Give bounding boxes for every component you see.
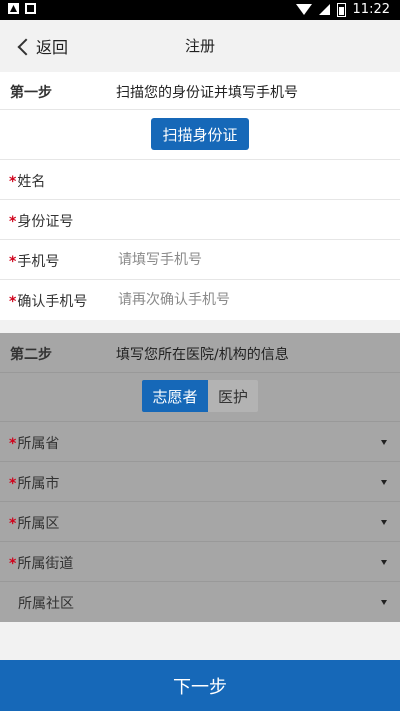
name-input[interactable] [118,171,378,189]
district-select[interactable]: *所属区 [0,502,400,542]
name-row: *姓名 [0,160,400,200]
dropdown-arrow-icon [381,520,387,525]
back-button[interactable]: 返回 [17,20,69,72]
phone-input[interactable] [118,251,378,269]
step-one-section: 第一步 扫描您的身份证并填写手机号 扫描身份证 *姓名 *身份证号 *手机号 *… [0,72,400,320]
name-label: *姓名 [9,171,45,191]
dropdown-arrow-icon [381,600,387,605]
id-number-label: *身份证号 [9,211,73,231]
step-one-description: 扫描您的身份证并填写手机号 [116,85,298,101]
phone-label-text: 手机号 [17,254,60,270]
street-select[interactable]: *所属街道 [0,542,400,582]
required-marker: * [9,214,17,230]
phone-row: *手机号 [0,240,400,280]
required-marker: * [9,556,17,572]
name-label-text: 姓名 [17,174,46,190]
step-two-header: 第二步 填写您所在医院/机构的信息 [0,333,400,373]
system-status: 11:22 [295,2,390,17]
step-two-description: 填写您所在医院/机构的信息 [116,347,289,363]
required-marker: * [9,436,17,452]
step-one-label: 第一步 [10,85,52,101]
step-two-section: 第二步 填写您所在医院/机构的信息 志愿者 医护 *所属省 *所属市 *所属区 … [0,333,400,660]
community-select[interactable]: 所属社区 [0,582,400,622]
role-medical-tab[interactable]: 医护 [208,380,258,412]
required-marker: * [9,254,17,270]
confirm-phone-label: *确认手机号 [9,291,87,311]
cellular-signal-icon [318,4,330,15]
confirm-phone-label-text: 确认手机号 [17,294,88,310]
wifi-icon [295,4,312,15]
nav-bar: 返回 注册 [0,20,400,72]
role-toggle: 志愿者 医护 [142,380,258,412]
role-toggle-row: 志愿者 医护 [0,373,400,422]
community-label: 所属社区 [17,593,74,613]
section-divider [0,320,400,333]
required-marker: * [9,294,17,310]
back-label: 返回 [36,38,69,57]
district-label-text: 所属区 [17,516,60,532]
city-label: *所属市 [9,473,59,493]
scan-row: 扫描身份证 [0,110,400,160]
confirm-phone-input[interactable] [118,291,378,309]
id-number-row: *身份证号 [0,200,400,240]
confirm-phone-row: *确认手机号 [0,280,400,320]
step-one-header: 第一步 扫描您的身份证并填写手机号 [0,72,400,110]
city-select[interactable]: *所属市 [0,462,400,502]
province-label-text: 所属省 [17,436,60,452]
id-number-label-text: 身份证号 [17,214,74,230]
role-volunteer-tab[interactable]: 志愿者 [142,380,208,412]
step-two-label: 第二步 [10,347,52,363]
province-label: *所属省 [9,433,59,453]
province-select[interactable]: *所属省 [0,422,400,462]
dropdown-arrow-icon [381,440,387,445]
notification-app-icon [8,3,19,14]
required-marker: * [9,174,17,190]
notification-icons [8,3,36,14]
footer-spacer [0,622,400,660]
required-marker: * [9,516,17,532]
dropdown-arrow-icon [381,480,387,485]
scan-id-card-button[interactable]: 扫描身份证 [151,118,249,150]
clock: 11:22 [352,2,390,17]
community-label-text: 所属社区 [18,596,74,612]
district-label: *所属区 [9,513,59,533]
battery-icon [336,2,346,17]
id-number-input[interactable] [118,211,378,229]
street-label-text: 所属街道 [17,556,74,572]
required-marker: * [9,476,17,492]
dropdown-arrow-icon [381,560,387,565]
notification-app-icon [25,3,36,14]
street-label: *所属街道 [9,553,73,573]
chevron-left-icon [17,38,35,55]
phone-label: *手机号 [9,251,59,271]
city-label-text: 所属市 [17,476,60,492]
status-bar: 11:22 [0,0,400,20]
next-step-button[interactable]: 下一步 [0,660,400,711]
